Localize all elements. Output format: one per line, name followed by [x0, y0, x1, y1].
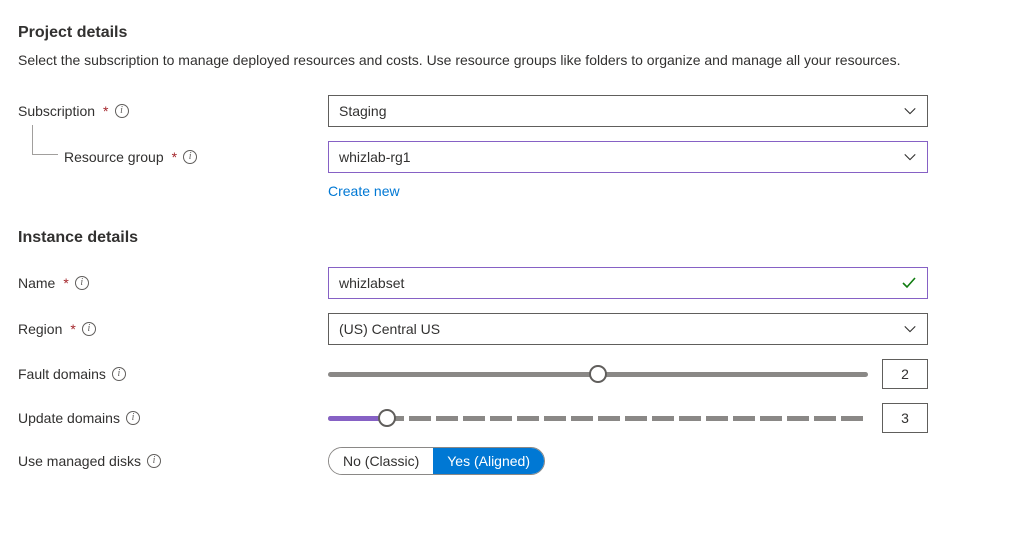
managed-disks-label: Use managed disks i: [18, 453, 328, 469]
subscription-dropdown[interactable]: Staging: [328, 95, 928, 127]
chevron-down-icon: [903, 150, 917, 164]
required-marker: *: [103, 103, 108, 119]
resource-group-label-text: Resource group: [64, 149, 164, 165]
info-icon[interactable]: i: [112, 367, 126, 381]
info-icon[interactable]: i: [183, 150, 197, 164]
name-label-text: Name: [18, 275, 55, 291]
update-domains-label-text: Update domains: [18, 410, 120, 426]
tree-connector: [32, 125, 58, 155]
info-icon[interactable]: i: [126, 411, 140, 425]
managed-disks-option-yes[interactable]: Yes (Aligned): [433, 448, 544, 474]
name-input[interactable]: [339, 275, 901, 291]
region-label-text: Region: [18, 321, 62, 337]
project-details-description: Select the subscription to manage deploy…: [18, 50, 997, 71]
name-input-wrapper: [328, 267, 928, 299]
required-marker: *: [172, 149, 177, 165]
region-value: (US) Central US: [339, 321, 440, 337]
managed-disks-label-text: Use managed disks: [18, 453, 141, 469]
instance-details-heading: Instance details: [18, 229, 997, 247]
project-details-heading: Project details: [18, 24, 997, 42]
fault-domains-label-text: Fault domains: [18, 366, 106, 382]
required-marker: *: [63, 275, 68, 291]
managed-disks-option-no[interactable]: No (Classic): [329, 448, 433, 474]
resource-group-value: whizlab-rg1: [339, 149, 411, 165]
check-icon: [901, 275, 917, 291]
region-dropdown[interactable]: (US) Central US: [328, 313, 928, 345]
required-marker: *: [70, 321, 75, 337]
update-domains-value: 3: [882, 403, 928, 433]
create-new-link[interactable]: Create new: [328, 183, 400, 199]
update-domains-label: Update domains i: [18, 410, 328, 426]
subscription-label: Subscription * i: [18, 103, 328, 119]
info-icon[interactable]: i: [82, 322, 96, 336]
subscription-label-text: Subscription: [18, 103, 95, 119]
slider-thumb[interactable]: [589, 365, 607, 383]
update-domains-slider[interactable]: [328, 408, 868, 428]
subscription-value: Staging: [339, 103, 386, 119]
chevron-down-icon: [903, 322, 917, 336]
info-icon[interactable]: i: [147, 454, 161, 468]
fault-domains-slider[interactable]: [328, 364, 868, 384]
chevron-down-icon: [903, 104, 917, 118]
resource-group-dropdown[interactable]: whizlab-rg1: [328, 141, 928, 173]
fault-domains-value: 2: [882, 359, 928, 389]
region-label: Region * i: [18, 321, 328, 337]
resource-group-label: Resource group * i: [18, 149, 328, 165]
fault-domains-label: Fault domains i: [18, 366, 328, 382]
name-label: Name * i: [18, 275, 328, 291]
info-icon[interactable]: i: [115, 104, 129, 118]
managed-disks-toggle: No (Classic) Yes (Aligned): [328, 447, 545, 475]
info-icon[interactable]: i: [75, 276, 89, 290]
slider-thumb[interactable]: [378, 409, 396, 427]
